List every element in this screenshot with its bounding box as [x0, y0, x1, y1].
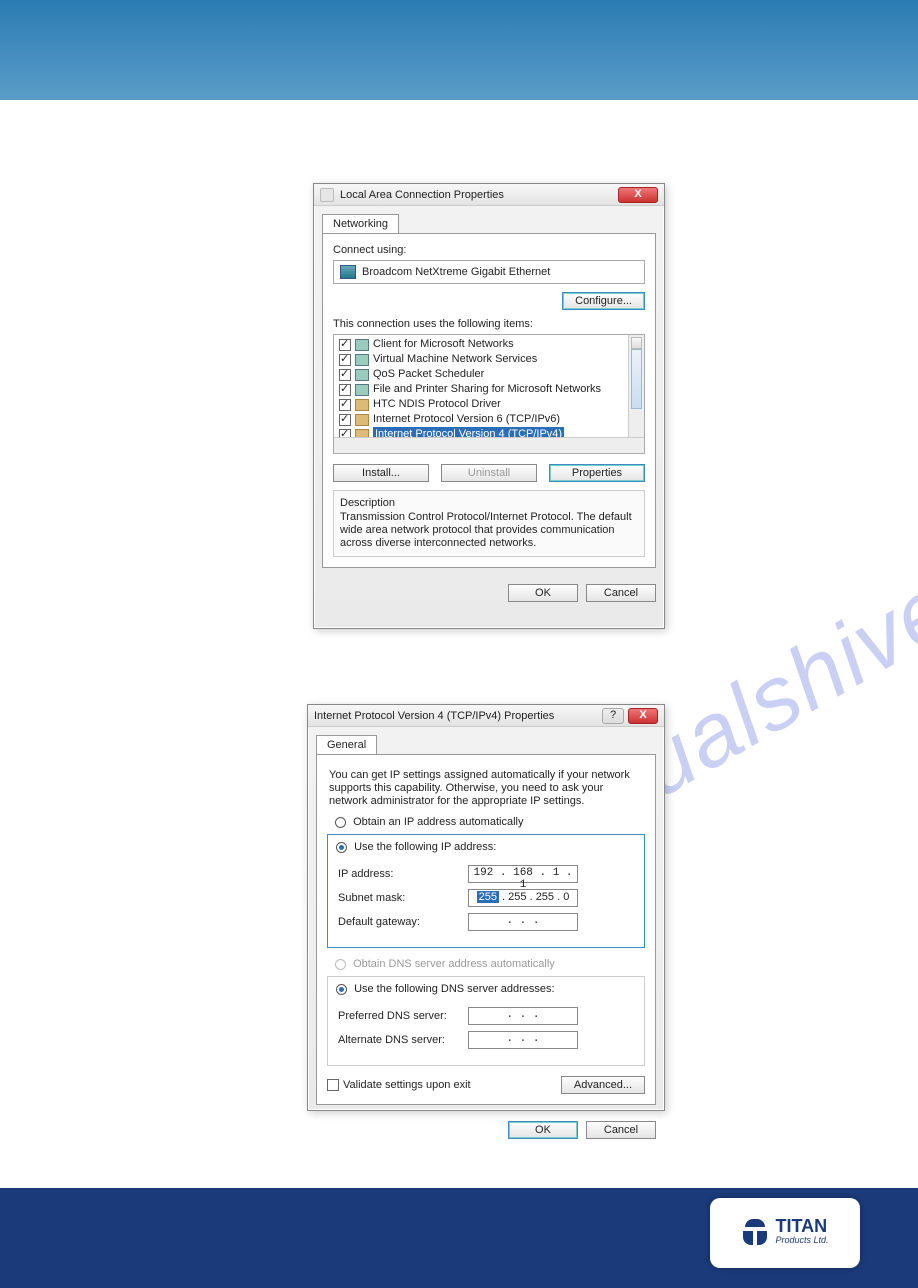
description-title: Description	[340, 497, 638, 509]
checkbox-icon[interactable]	[339, 384, 351, 396]
item-label: Internet Protocol Version 6 (TCP/IPv6)	[373, 412, 560, 427]
install-button[interactable]: Install...	[333, 464, 429, 482]
close-button[interactable]: X	[628, 708, 658, 724]
cancel-button[interactable]: Cancel	[586, 1121, 656, 1139]
window-icon	[320, 188, 334, 202]
items-label: This connection uses the following items…	[333, 318, 645, 330]
brand-logo: TITAN Products Ltd.	[710, 1198, 860, 1268]
dialog-titlebar[interactable]: Internet Protocol Version 4 (TCP/IPv4) P…	[308, 705, 664, 727]
radio-use-dns[interactable]	[336, 984, 347, 995]
list-item[interactable]: QoS Packet Scheduler	[336, 367, 642, 382]
close-button[interactable]: X	[618, 187, 658, 203]
cancel-button[interactable]: Cancel	[586, 584, 656, 602]
help-button[interactable]: ?	[602, 708, 624, 724]
page-header-banner	[0, 0, 918, 100]
logo-brand: TITAN	[775, 1219, 828, 1233]
list-item[interactable]: File and Printer Sharing for Microsoft N…	[336, 382, 642, 397]
preferred-dns-input[interactable]: . . .	[468, 1007, 578, 1025]
item-label: File and Printer Sharing for Microsoft N…	[373, 382, 601, 397]
adapter-name: Broadcom NetXtreme Gigabit Ethernet	[362, 266, 550, 278]
item-label: HTC NDIS Protocol Driver	[373, 397, 501, 412]
tab-general[interactable]: General	[316, 735, 377, 754]
list-item[interactable]: Virtual Machine Network Services	[336, 352, 642, 367]
radio-use-dns-label: Use the following DNS server addresses:	[354, 983, 555, 995]
radio-auto-dns-label: Obtain DNS server address automatically	[353, 958, 555, 970]
checkbox-icon[interactable]	[339, 369, 351, 381]
properties-button[interactable]: Properties	[549, 464, 645, 482]
connection-items-list[interactable]: Client for Microsoft Networks Virtual Ma…	[333, 334, 645, 454]
tab-panel: Connect using: Broadcom NetXtreme Gigabi…	[322, 233, 656, 568]
intro-text: You can get IP settings assigned automat…	[327, 765, 645, 816]
subnet-mask-label: Subnet mask:	[338, 892, 458, 904]
preferred-dns-label: Preferred DNS server:	[338, 1010, 458, 1022]
checkbox-icon[interactable]	[339, 414, 351, 426]
horizontal-scrollbar[interactable]	[334, 437, 644, 453]
dns-fieldset: Use the following DNS server addresses: …	[327, 976, 645, 1066]
radio-auto-ip-label: Obtain an IP address automatically	[353, 816, 523, 828]
ip-address-label: IP address:	[338, 868, 458, 880]
tab-panel: You can get IP settings assigned automat…	[316, 754, 656, 1105]
default-gateway-input[interactable]: . . .	[468, 913, 578, 931]
item-label: Client for Microsoft Networks	[373, 337, 514, 352]
list-item[interactable]: Client for Microsoft Networks	[336, 337, 642, 352]
component-icon	[355, 339, 369, 351]
list-item[interactable]: HTC NDIS Protocol Driver	[336, 397, 642, 412]
protocol-icon	[355, 414, 369, 426]
ip-fieldset: Use the following IP address: IP address…	[327, 834, 645, 948]
tab-networking[interactable]: Networking	[322, 214, 399, 233]
radio-use-ip-label: Use the following IP address:	[354, 841, 496, 853]
adapter-box: Broadcom NetXtreme Gigabit Ethernet	[333, 260, 645, 284]
nic-icon	[340, 265, 356, 279]
ipv4-properties-dialog: Internet Protocol Version 4 (TCP/IPv4) P…	[307, 704, 665, 1111]
alternate-dns-label: Alternate DNS server:	[338, 1034, 458, 1046]
checkbox-icon[interactable]	[339, 354, 351, 366]
item-label: Virtual Machine Network Services	[373, 352, 537, 367]
protocol-icon	[355, 399, 369, 411]
lan-properties-dialog: Local Area Connection Properties X Netwo…	[313, 183, 665, 629]
dialog-titlebar[interactable]: Local Area Connection Properties X	[314, 184, 664, 206]
component-icon	[355, 369, 369, 381]
alternate-dns-input[interactable]: . . .	[468, 1031, 578, 1049]
dialog-title: Local Area Connection Properties	[340, 189, 504, 201]
checkbox-icon[interactable]	[339, 339, 351, 351]
dialog-title: Internet Protocol Version 4 (TCP/IPv4) P…	[314, 710, 554, 722]
item-label: QoS Packet Scheduler	[373, 367, 484, 382]
advanced-button[interactable]: Advanced...	[561, 1076, 645, 1094]
uninstall-button: Uninstall	[441, 464, 537, 482]
subnet-mask-input[interactable]: 255 . 255 . 255 . 0	[468, 889, 578, 907]
default-gateway-label: Default gateway:	[338, 916, 458, 928]
ok-button[interactable]: OK	[508, 1121, 578, 1139]
component-icon	[355, 384, 369, 396]
description-box: Description Transmission Control Protoco…	[333, 490, 645, 557]
checkbox-icon[interactable]	[339, 399, 351, 411]
page-footer: TITAN Products Ltd.	[0, 1188, 918, 1288]
logo-icon	[741, 1219, 769, 1247]
logo-tagline: Products Ltd.	[775, 1233, 828, 1247]
tab-strip: General	[316, 735, 656, 754]
radio-auto-dns	[335, 959, 346, 970]
validate-label: Validate settings upon exit	[343, 1079, 471, 1091]
component-icon	[355, 354, 369, 366]
radio-use-ip[interactable]	[336, 842, 347, 853]
ip-address-input[interactable]: 192 . 168 . 1 . 1	[468, 865, 578, 883]
list-item[interactable]: Internet Protocol Version 6 (TCP/IPv6)	[336, 412, 642, 427]
tab-strip: Networking	[322, 214, 656, 233]
radio-auto-ip[interactable]	[335, 817, 346, 828]
description-text: Transmission Control Protocol/Internet P…	[340, 511, 638, 550]
validate-checkbox[interactable]	[327, 1079, 339, 1091]
vertical-scrollbar[interactable]	[628, 335, 644, 437]
connect-using-label: Connect using:	[333, 244, 645, 256]
ok-button[interactable]: OK	[508, 584, 578, 602]
configure-button[interactable]: Configure...	[562, 292, 645, 310]
